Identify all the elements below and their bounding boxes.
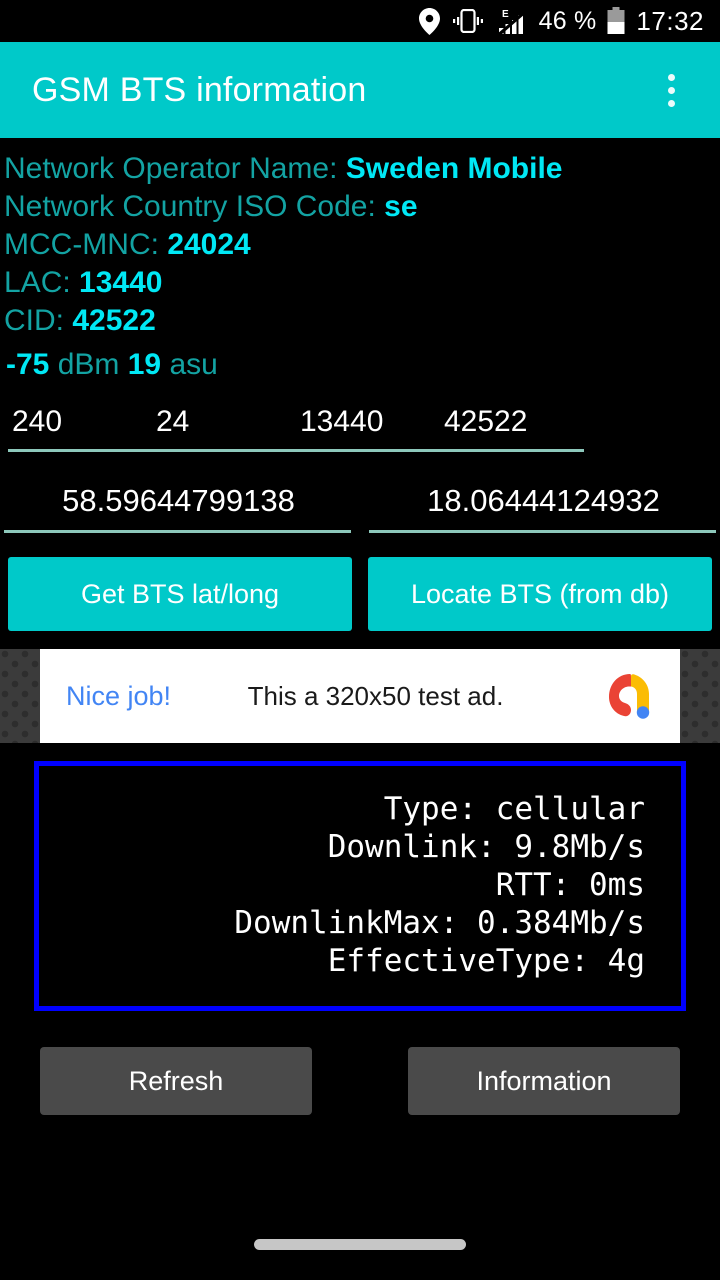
- info-line-mcc-mnc: MCC-MNC: 24024: [2, 226, 720, 264]
- info-value-cid: 42522: [72, 304, 156, 337]
- app-screen: E 46 % 17:32 GSM BTS information Network…: [0, 0, 720, 1280]
- netbox-line-downlink: Downlink: 9.8Mb/s: [327, 829, 645, 865]
- info-line-operator-name: Network Operator Name: Sweden Mobile: [2, 150, 720, 188]
- info-label-country-iso: Network Country ISO Code:: [4, 190, 385, 223]
- admob-logo-icon: [600, 666, 654, 726]
- home-gesture-pill[interactable]: [254, 1238, 466, 1250]
- network-connection-box: Type: cellular Downlink: 9.8Mb/s RTT: 0m…: [34, 761, 686, 1011]
- latitude-input[interactable]: 58.59644799138: [4, 480, 351, 533]
- info-label-mcc-mnc: MCC-MNC:: [4, 228, 168, 261]
- lac-input[interactable]: 13440: [296, 402, 440, 452]
- clock-label: 17:32: [636, 5, 704, 36]
- signal-asu-unit: asu: [169, 348, 218, 381]
- signal-asu-value: 19: [127, 348, 162, 381]
- refresh-button[interactable]: Refresh: [40, 1047, 312, 1115]
- info-label-operator-name: Network Operator Name:: [4, 152, 346, 185]
- info-value-operator-name: Sweden Mobile: [345, 152, 563, 185]
- vibrate-icon: [451, 9, 485, 33]
- netbox-line-type: Type: cellular: [383, 791, 645, 827]
- signal-edge-icon: E: [496, 8, 528, 35]
- app-bar: GSM BTS information: [0, 42, 720, 138]
- ad-body-label: This a 320x50 test ad.: [247, 680, 504, 711]
- location-pin-icon: [418, 7, 440, 35]
- signal-dbm-unit: dBm: [57, 348, 120, 381]
- get-bts-latlong-button[interactable]: Get BTS lat/long: [8, 557, 352, 631]
- cell-id-input-row: 240 24 13440 42522: [0, 402, 720, 452]
- ad-banner[interactable]: Nice job! This a 320x50 test ad.: [40, 649, 680, 743]
- cid-input[interactable]: 42522: [440, 402, 584, 452]
- signal-dbm-value: -75: [6, 348, 50, 381]
- information-button[interactable]: Information: [408, 1047, 680, 1115]
- netbox-line-rtt: RTT: 0ms: [495, 867, 645, 903]
- info-value-mcc-mnc: 24024: [167, 228, 251, 261]
- system-navigation-bar: [0, 1208, 720, 1280]
- latlong-input-row: 58.59644799138 18.06444124932: [0, 480, 720, 533]
- battery-percent-label: 46 %: [538, 6, 597, 35]
- status-bar: E 46 % 17:32: [0, 0, 720, 42]
- ad-banner-strip: Nice job! This a 320x50 test ad.: [0, 649, 720, 743]
- info-label-cid: CID:: [4, 304, 73, 337]
- battery-icon: [607, 7, 625, 35]
- info-label-lac: LAC:: [4, 266, 80, 299]
- secondary-action-row: Refresh Information: [0, 1047, 720, 1115]
- signal-strength-line: -75 dBm 19 asu: [2, 346, 720, 384]
- info-line-country-iso: Network Country ISO Code: se: [2, 188, 720, 226]
- longitude-input[interactable]: 18.06444124932: [369, 480, 716, 533]
- network-info-block: Network Operator Name: Sweden Mobile Net…: [0, 138, 720, 388]
- locate-bts-button[interactable]: Locate BTS (from db): [368, 557, 712, 631]
- netbox-line-downlink-max: DownlinkMax: 0.384Mb/s: [234, 905, 645, 941]
- primary-action-row: Get BTS lat/long Locate BTS (from db): [0, 557, 720, 631]
- mnc-input[interactable]: 24: [152, 402, 296, 452]
- info-line-lac: LAC: 13440: [2, 264, 720, 302]
- info-line-cid: CID: 42522: [2, 302, 720, 340]
- mcc-input[interactable]: 240: [8, 402, 152, 452]
- info-value-country-iso: se: [384, 190, 418, 223]
- overflow-menu-icon[interactable]: [648, 67, 694, 113]
- svg-text:E: E: [502, 9, 509, 20]
- netbox-line-effective-type: EffectiveType: 4g: [327, 943, 645, 979]
- info-value-lac: 13440: [79, 266, 163, 299]
- page-title: GSM BTS information: [32, 70, 367, 109]
